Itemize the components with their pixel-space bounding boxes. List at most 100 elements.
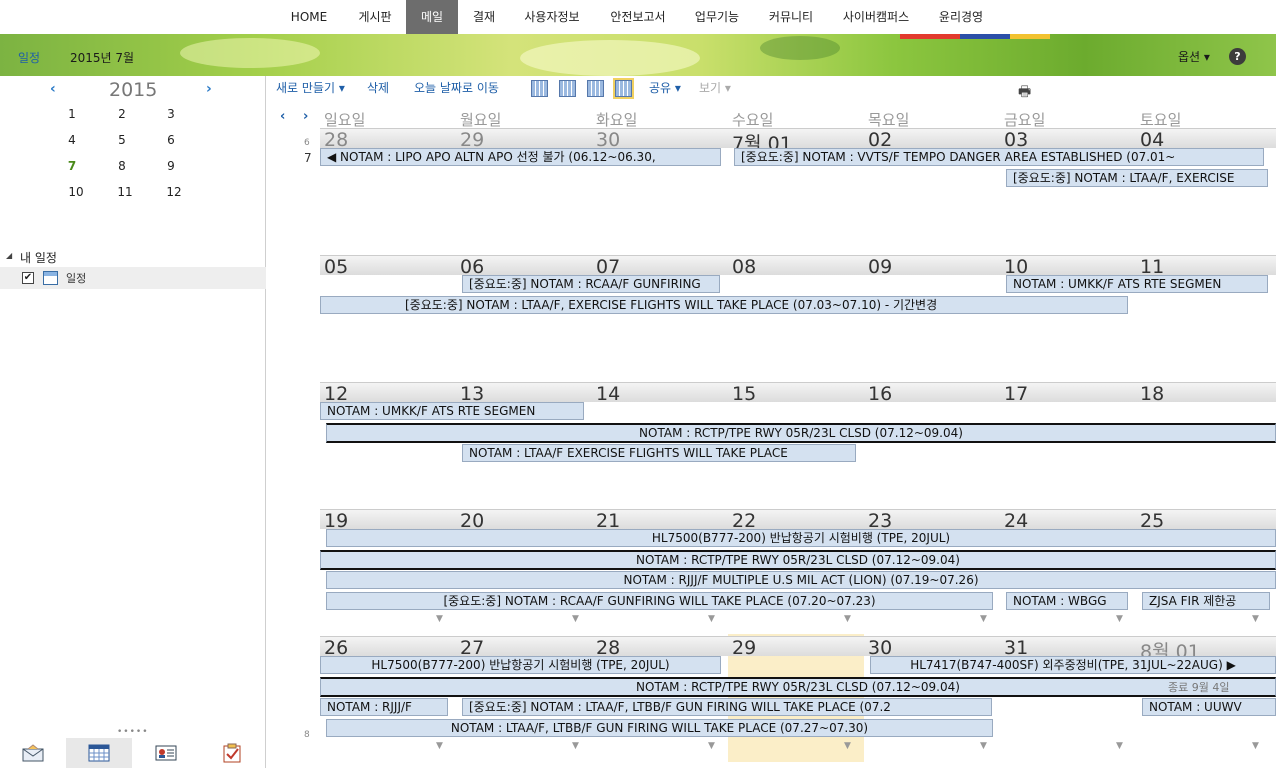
more-events-icon[interactable]: ▼: [436, 614, 443, 624]
calendar-event[interactable]: ZJSA FIR 제한공: [1142, 592, 1270, 610]
calendar-checkbox[interactable]: ✔: [22, 272, 34, 284]
calendar-event[interactable]: NOTAM : WBGG: [1006, 592, 1128, 610]
more-events-icon[interactable]: ▼: [572, 614, 579, 624]
more-events-icon[interactable]: ▼: [436, 741, 443, 751]
week-view-icon[interactable]: [587, 80, 604, 97]
month-may[interactable]: 5: [112, 133, 132, 147]
calendar-event[interactable]: [중요도:중] NOTAM : LTAA/F, EXERCISE FLIGHTS…: [320, 296, 1128, 314]
day-number[interactable]: 09: [868, 256, 892, 278]
more-events-icon[interactable]: ▼: [1252, 741, 1259, 751]
day-number[interactable]: 17: [1004, 383, 1028, 405]
options-menu[interactable]: 옵션 ▾: [1178, 48, 1210, 65]
more-events-icon[interactable]: ▼: [708, 741, 715, 751]
banner-decoration: [520, 40, 700, 76]
banner-stripe: [900, 34, 960, 39]
calendar-event[interactable]: [중요도:중] NOTAM : LTAA/F, EXERCISE: [1006, 169, 1268, 187]
more-events-icon[interactable]: ▼: [1252, 614, 1259, 624]
contacts-icon: [155, 745, 177, 761]
day-number[interactable]: 08: [732, 256, 756, 278]
month-view-icon[interactable]: [613, 78, 634, 99]
collapse-icon[interactable]: ◢: [6, 251, 12, 260]
month-jul[interactable]: 7: [62, 159, 82, 173]
day-number[interactable]: 14: [596, 383, 620, 405]
mail-module-tab[interactable]: [0, 738, 66, 768]
month-sep[interactable]: 9: [161, 159, 181, 173]
month-aug[interactable]: 8: [112, 159, 132, 173]
day-number[interactable]: 15: [732, 383, 756, 405]
banner-decoration: [760, 36, 840, 60]
calendar-event[interactable]: NOTAM : RCTP/TPE RWY 05R/23L CLSD (07.12…: [326, 423, 1276, 443]
calendar-event[interactable]: HL7500(B777-200) 반납항공기 시험비행 (TPE, 20JUL): [326, 529, 1276, 547]
prev-month-button[interactable]: ‹: [280, 109, 285, 124]
calendar-event[interactable]: NOTAM : LTAA/F, LTBB/F GUN FIRING WILL T…: [326, 719, 993, 737]
calendar-event[interactable]: [중요도:중] NOTAM : RCAA/F GUNFIRING WILL TA…: [326, 592, 993, 610]
week-month-label: 7: [304, 151, 312, 165]
next-year-button[interactable]: ›: [206, 81, 212, 97]
calendar-event[interactable]: HL7417(B747-400SF) 외주중정비(TPE, 31JUL~22AU…: [870, 656, 1276, 674]
nav-user-info[interactable]: 사용자정보: [516, 0, 588, 34]
calendar-event[interactable]: ◀ NOTAM : LIPO APO ALTN APO 선정 불가 (06.12…: [320, 148, 721, 166]
calendar-icon: [88, 744, 110, 762]
day-number[interactable]: 16: [868, 383, 892, 405]
resize-handle[interactable]: •••••: [117, 727, 149, 737]
month-dec[interactable]: 12: [164, 185, 184, 199]
calendar-event[interactable]: HL7500(B777-200) 반납항공기 시험비행 (TPE, 20JUL): [320, 656, 721, 674]
day-number[interactable]: 18: [1140, 383, 1164, 405]
tasks-module-tab[interactable]: [199, 738, 265, 768]
calendar-event[interactable]: NOTAM : RJJJ/F: [320, 698, 448, 716]
more-events-icon[interactable]: ▼: [1116, 614, 1123, 624]
calendar-event[interactable]: NOTAM : UMKK/F ATS RTE SEGMEN: [320, 402, 584, 420]
view-button[interactable]: 보기 ▾: [699, 79, 731, 96]
workweek-view-icon[interactable]: [559, 80, 576, 97]
more-events-icon[interactable]: ▼: [572, 741, 579, 751]
day-number[interactable]: 05: [324, 256, 348, 278]
nav-business[interactable]: 업무기능: [686, 0, 748, 34]
prev-year-button[interactable]: ‹: [50, 81, 56, 97]
today-day-number[interactable]: 29: [732, 637, 756, 659]
more-events-icon[interactable]: ▼: [708, 614, 715, 624]
calendar-module-tab[interactable]: [66, 738, 132, 768]
calendar-event[interactable]: NOTAM : RCTP/TPE RWY 05R/23L CLSD (07.12…: [320, 677, 1276, 697]
nav-safety-report[interactable]: 안전보고서: [600, 0, 676, 34]
calendar-event[interactable]: NOTAM : UUWV: [1142, 698, 1276, 716]
month-jan[interactable]: 1: [62, 107, 82, 121]
mail-icon: [22, 744, 44, 762]
new-button[interactable]: 새로 만들기 ▾: [276, 79, 345, 96]
nav-approval[interactable]: 결재: [462, 0, 506, 34]
next-month-button[interactable]: ›: [303, 109, 308, 124]
month-jun[interactable]: 6: [161, 133, 181, 147]
go-to-today-button[interactable]: 오늘 날짜로 이동: [414, 79, 499, 96]
calendar-event[interactable]: [중요도:중] NOTAM : VVTS/F TEMPO DANGER AREA…: [734, 148, 1264, 166]
calendar-event[interactable]: [중요도:중] NOTAM : RCAA/F GUNFIRING: [462, 275, 720, 293]
nav-home[interactable]: HOME: [280, 0, 338, 34]
nav-cyber-campus[interactable]: 사이버캠퍼스: [834, 0, 918, 34]
more-events-icon[interactable]: ▼: [1116, 741, 1123, 751]
month-mar[interactable]: 3: [161, 107, 181, 121]
nav-board[interactable]: 게시판: [347, 0, 403, 34]
day-view-icon[interactable]: [531, 80, 548, 97]
calendar-event[interactable]: NOTAM : LTAA/F EXERCISE FLIGHTS WILL TAK…: [462, 444, 856, 462]
nav-ethics[interactable]: 윤리경영: [930, 0, 992, 34]
month-nov[interactable]: 11: [115, 185, 135, 199]
more-events-icon[interactable]: ▼: [844, 614, 851, 624]
calendar-event[interactable]: [중요도:중] NOTAM : LTAA/F, LTBB/F GUN FIRIN…: [462, 698, 992, 716]
delete-button[interactable]: 삭제: [367, 79, 389, 96]
calendar-event[interactable]: NOTAM : RJJJ/F MULTIPLE U.S MIL ACT (LIO…: [326, 571, 1276, 589]
month-oct[interactable]: 10: [66, 185, 86, 199]
calendar-event[interactable]: NOTAM : UMKK/F ATS RTE SEGMEN: [1006, 275, 1268, 293]
contacts-module-tab[interactable]: [133, 738, 199, 768]
month-apr[interactable]: 4: [62, 133, 82, 147]
more-events-icon[interactable]: ▼: [980, 741, 987, 751]
calendar-event[interactable]: NOTAM : RCTP/TPE RWY 05R/23L CLSD (07.12…: [320, 550, 1276, 570]
help-icon[interactable]: ?: [1229, 48, 1246, 65]
calendar-list-item[interactable]: ✔ 일정: [0, 267, 266, 289]
share-button[interactable]: 공유 ▾: [649, 79, 681, 96]
nav-mail[interactable]: 메일: [406, 0, 458, 34]
nav-community[interactable]: 커뮤니티: [760, 0, 822, 34]
banner-stripe: [960, 34, 1010, 39]
more-events-icon[interactable]: ▼: [980, 614, 987, 624]
month-feb[interactable]: 2: [112, 107, 132, 121]
more-events-icon[interactable]: ▼: [844, 741, 851, 751]
header-banner: 일정 2015년 7월 옵션 ▾ ?: [0, 34, 1276, 76]
weekday-header: 목요일: [868, 111, 910, 129]
